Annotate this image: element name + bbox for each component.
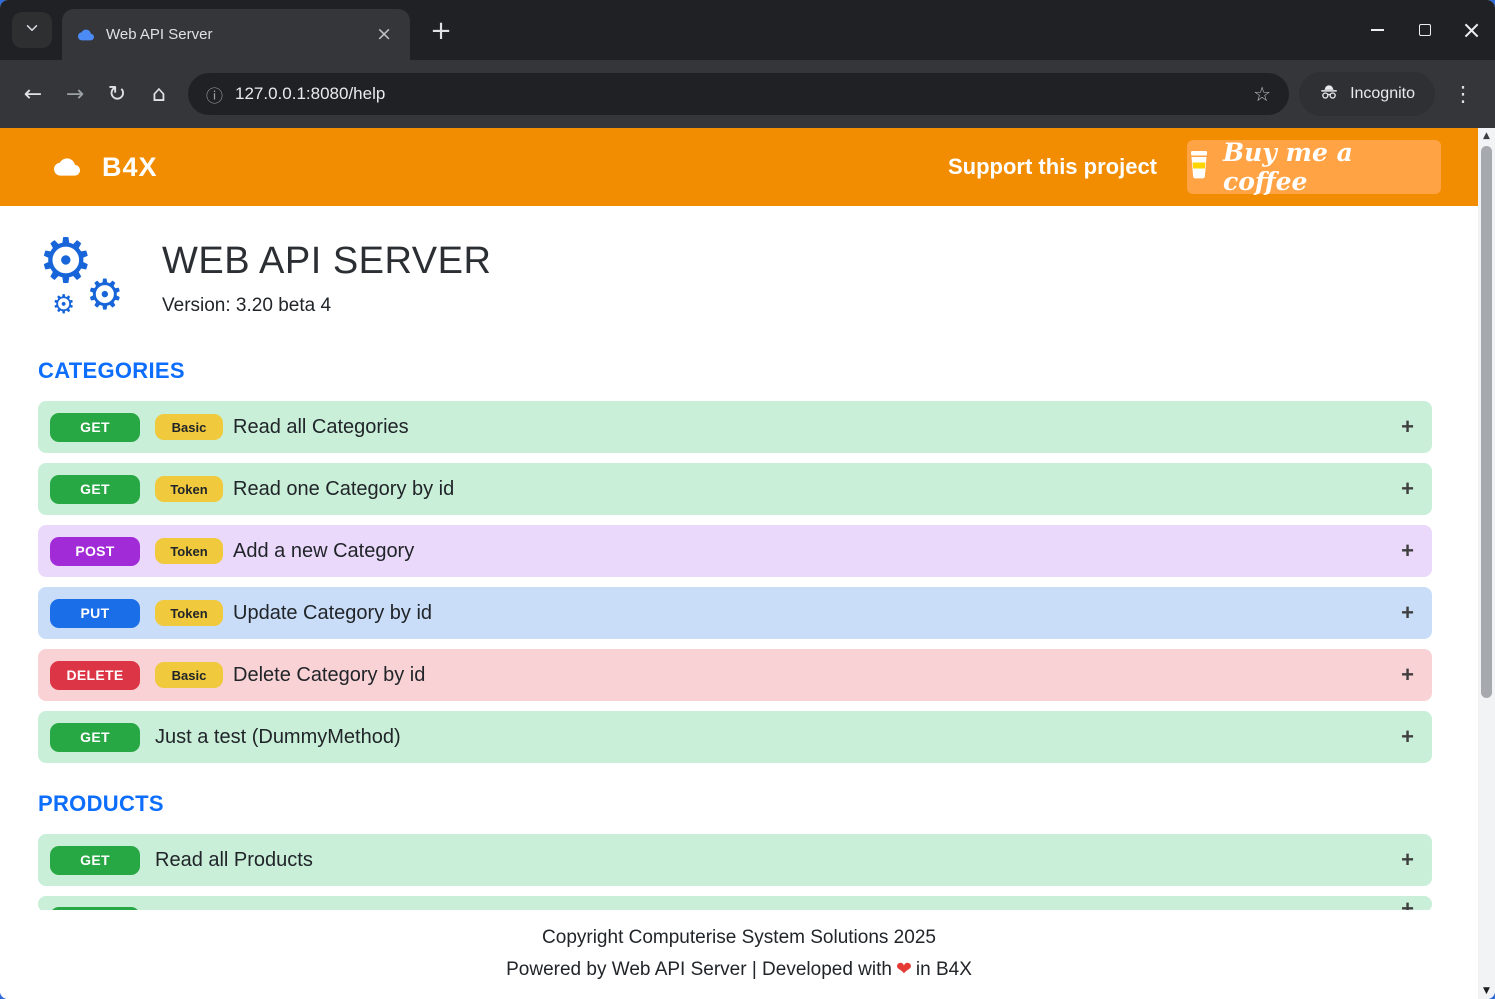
navbar: ← → ↻ ⌂ ⓘ 127.0.0.1:8080/help ☆ Incognit…: [0, 60, 1495, 128]
buy-me-a-coffee-button[interactable]: Buy me a coffee: [1187, 140, 1441, 194]
gear-medium-icon: ⚙: [86, 274, 124, 316]
home-button[interactable]: ⌂: [138, 73, 180, 115]
hero: ⚙ ⚙ ⚙ WEB API SERVER Version: 3.20 beta …: [38, 234, 1432, 330]
page-viewport: B4X Support this project Buy me a coffee: [0, 128, 1495, 999]
gears-icon: ⚙ ⚙ ⚙: [38, 234, 134, 330]
auth-badge: Token: [155, 600, 223, 626]
version-text: Version: 3.20 beta 4: [162, 295, 491, 317]
maximize-icon: [1419, 24, 1431, 36]
new-tab-button[interactable]: +: [424, 14, 458, 48]
method-badge: POST: [50, 537, 140, 566]
titlebar: Web API Server × + ×: [0, 0, 1495, 60]
bookmark-star-icon[interactable]: ☆: [1253, 82, 1271, 106]
page-info-icon[interactable]: ⓘ: [206, 82, 223, 107]
coffee-button-label: Buy me a coffee: [1223, 138, 1441, 196]
api-section: PRODUCTS GET Read all Products + GET +: [38, 791, 1432, 910]
expand-icon[interactable]: +: [1401, 847, 1414, 873]
endpoint-label: Add a new Category: [233, 540, 414, 563]
endpoint-label: Read one Category by id: [233, 478, 454, 501]
api-sections: CATEGORIES GET Basic Read all Categories…: [38, 358, 1432, 910]
api-row[interactable]: GET +: [38, 896, 1432, 910]
section-rows: GET Read all Products + GET +: [38, 834, 1432, 910]
scroll-down-button[interactable]: ▼: [1478, 983, 1495, 999]
api-row[interactable]: DELETE Basic Delete Category by id +: [38, 649, 1432, 701]
auth-badge: Basic: [155, 662, 223, 688]
main-content: ⚙ ⚙ ⚙ WEB API SERVER Version: 3.20 beta …: [0, 206, 1478, 910]
coffee-cup-icon: [1187, 150, 1211, 185]
browser-tab[interactable]: Web API Server ×: [62, 9, 410, 60]
expand-icon[interactable]: +: [1401, 538, 1414, 564]
scrollbar[interactable]: ▲ ▼: [1478, 128, 1495, 999]
brand-name: B4X: [102, 152, 158, 183]
back-button[interactable]: ←: [12, 73, 54, 115]
expand-icon[interactable]: +: [1401, 476, 1414, 502]
page-title: WEB API SERVER: [162, 240, 491, 283]
endpoint-label: Update Category by id: [233, 602, 432, 625]
page-footer: Copyright Computerise System Solutions 2…: [0, 910, 1478, 999]
window-controls: ×: [1354, 0, 1495, 60]
section-heading: CATEGORIES: [38, 358, 1432, 384]
close-button[interactable]: ×: [1448, 0, 1495, 60]
reload-button[interactable]: ↻: [96, 73, 138, 115]
tab-search-button[interactable]: [12, 12, 52, 48]
close-icon: ×: [1461, 18, 1481, 42]
api-row[interactable]: GET Read all Products +: [38, 834, 1432, 886]
method-badge: PUT: [50, 599, 140, 628]
brand-cloud-icon: [50, 154, 84, 180]
method-badge: DELETE: [50, 661, 140, 690]
support-text: Support this project: [948, 154, 1157, 180]
minimize-icon: [1371, 29, 1384, 31]
chevron-down-icon: [23, 19, 41, 42]
in-b4x-text: in B4X: [916, 959, 972, 980]
web-page: B4X Support this project Buy me a coffee: [0, 128, 1478, 999]
endpoint-label: Just a test (DummyMethod): [155, 726, 401, 749]
api-section: CATEGORIES GET Basic Read all Categories…: [38, 358, 1432, 763]
incognito-label: Incognito: [1350, 85, 1415, 103]
method-badge: GET: [50, 475, 140, 504]
expand-icon[interactable]: +: [1401, 896, 1414, 910]
endpoint-label: Read all Products: [155, 849, 313, 872]
heart-icon: ❤: [892, 958, 916, 980]
copyright-line: Copyright Computerise System Solutions 2…: [0, 922, 1478, 953]
tab-close-icon[interactable]: ×: [372, 23, 396, 46]
site-header: B4X Support this project Buy me a coffee: [0, 128, 1478, 206]
endpoint-label: Delete Category by id: [233, 664, 425, 687]
scroll-up-button[interactable]: ▲: [1478, 128, 1495, 144]
api-row[interactable]: PUT Token Update Category by id +: [38, 587, 1432, 639]
cloud-favicon-icon: [76, 27, 96, 43]
address-bar[interactable]: ⓘ 127.0.0.1:8080/help ☆: [188, 73, 1289, 115]
method-badge: GET: [50, 723, 140, 752]
maximize-button[interactable]: [1401, 0, 1448, 60]
endpoint-label: Read all Categories: [233, 416, 409, 439]
api-row[interactable]: POST Token Add a new Category +: [38, 525, 1432, 577]
forward-button[interactable]: →: [54, 73, 96, 115]
gear-small-icon: ⚙: [52, 292, 75, 318]
powered-by-text: Powered by Web API Server | Developed wi…: [506, 959, 892, 980]
minimize-button[interactable]: [1354, 0, 1401, 60]
scrollbar-thumb[interactable]: [1481, 146, 1492, 698]
browser-window: Web API Server × + × ← → ↻ ⌂ ⓘ 127.0.0.1…: [0, 0, 1495, 999]
expand-icon[interactable]: +: [1401, 414, 1414, 440]
incognito-badge: Incognito: [1299, 72, 1435, 116]
api-row[interactable]: GET Basic Read all Categories +: [38, 401, 1432, 453]
method-badge: GET: [50, 846, 140, 875]
expand-icon[interactable]: +: [1401, 600, 1414, 626]
api-row[interactable]: GET Just a test (DummyMethod) +: [38, 711, 1432, 763]
powered-by-line: Powered by Web API Server | Developed wi…: [0, 954, 1478, 985]
auth-badge: Token: [155, 538, 223, 564]
expand-icon[interactable]: +: [1401, 724, 1414, 750]
url-text[interactable]: 127.0.0.1:8080/help: [235, 84, 385, 104]
browser-menu-button[interactable]: ⋮: [1443, 74, 1483, 114]
auth-badge: Token: [155, 476, 223, 502]
method-badge: GET: [50, 413, 140, 442]
section-heading: PRODUCTS: [38, 791, 1432, 817]
section-rows: GET Basic Read all Categories + GET Toke…: [38, 401, 1432, 763]
expand-icon[interactable]: +: [1401, 662, 1414, 688]
tab-title: Web API Server: [106, 26, 362, 43]
auth-badge: Basic: [155, 414, 223, 440]
api-row[interactable]: GET Token Read one Category by id +: [38, 463, 1432, 515]
hero-text: WEB API SERVER Version: 3.20 beta 4: [162, 234, 491, 317]
incognito-icon: [1319, 82, 1339, 107]
